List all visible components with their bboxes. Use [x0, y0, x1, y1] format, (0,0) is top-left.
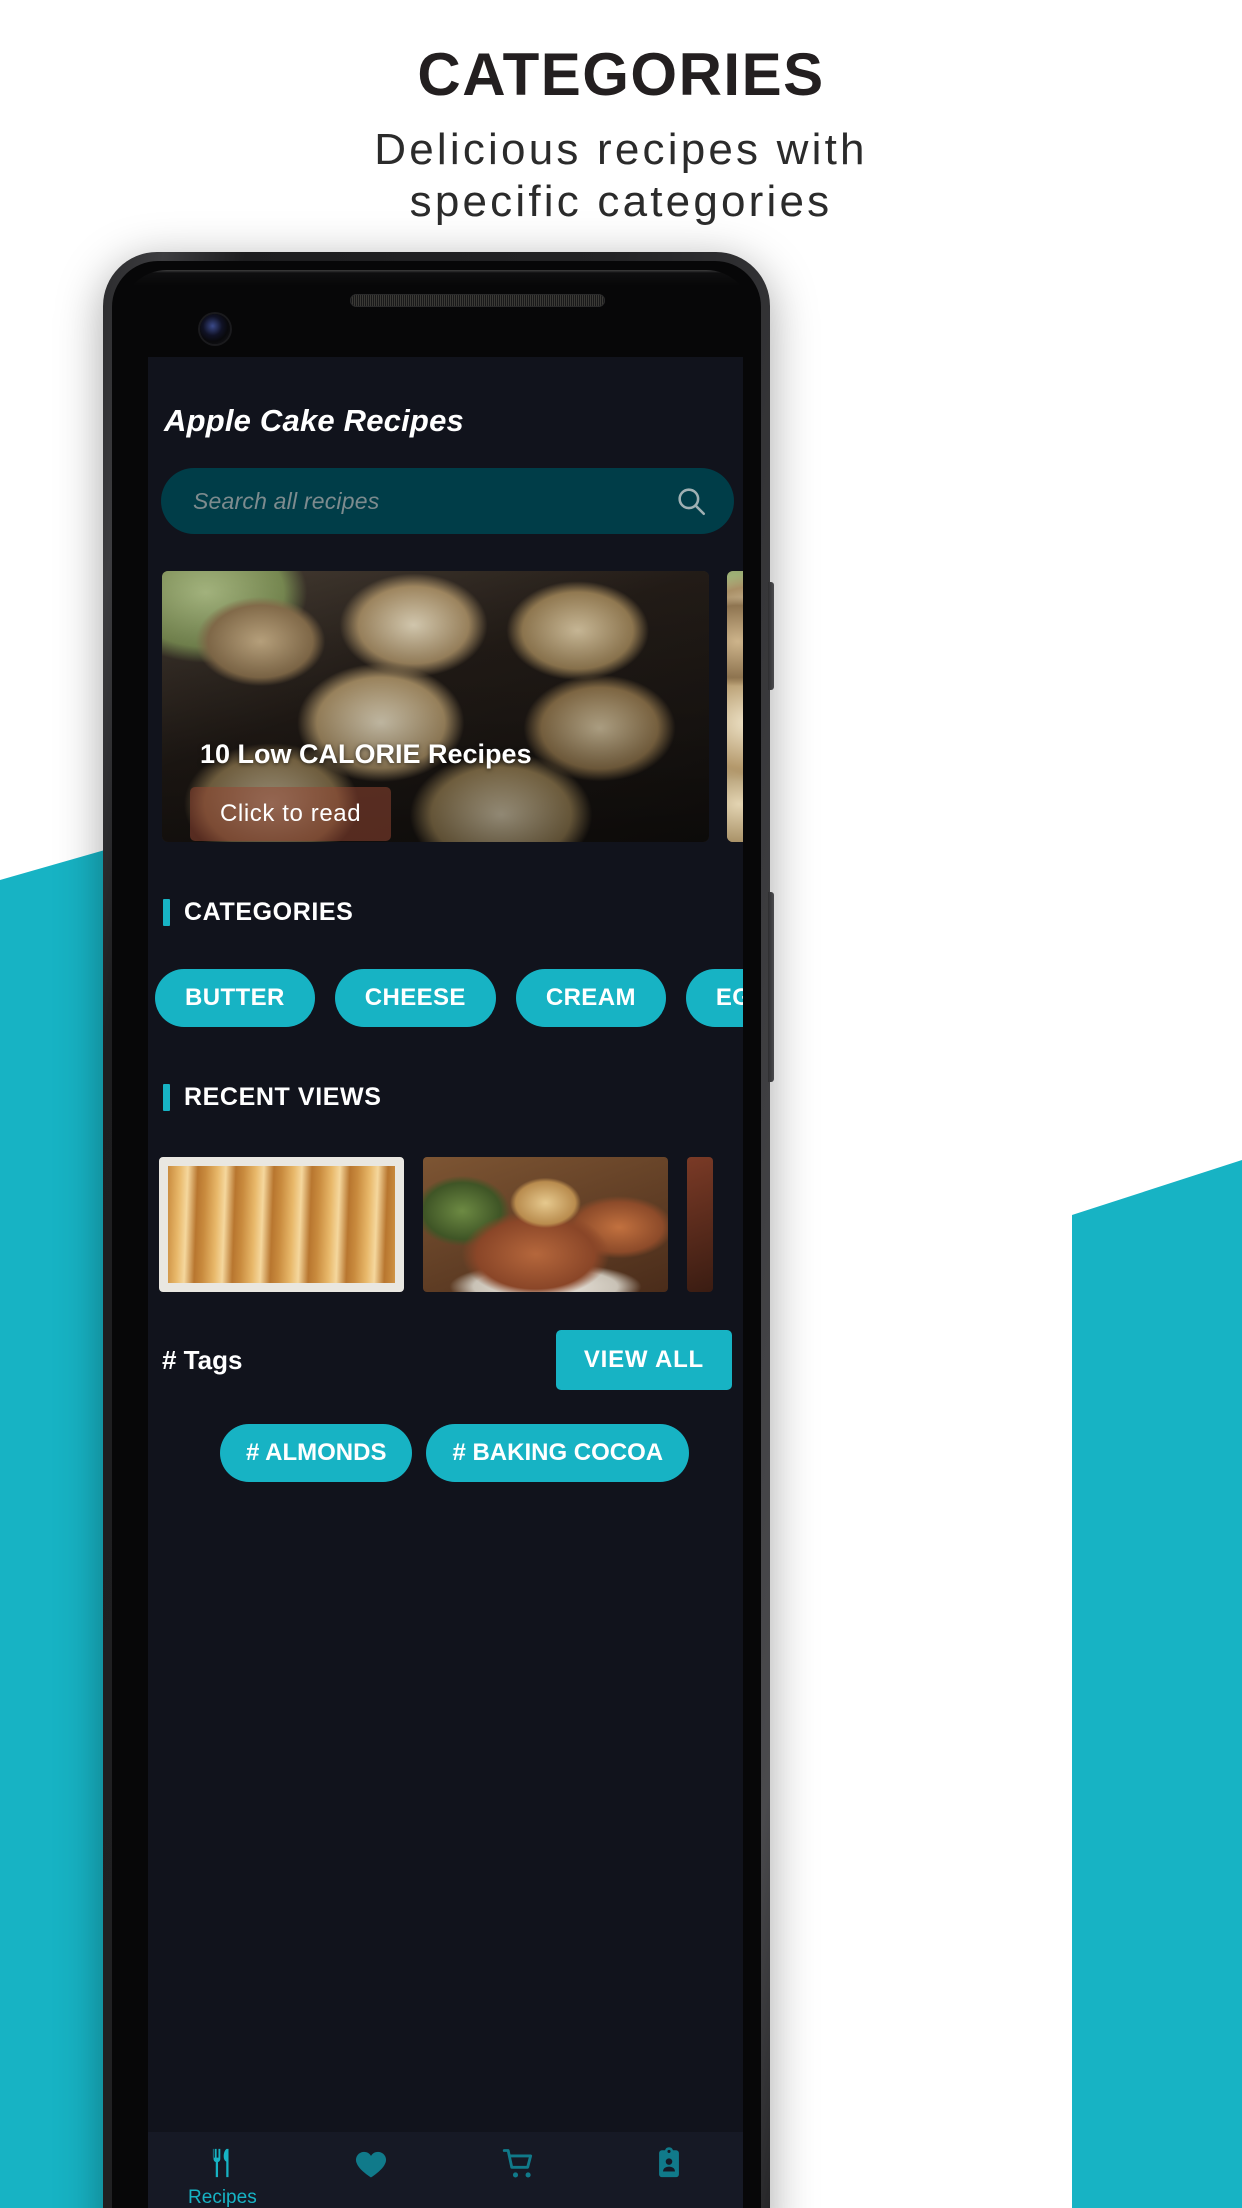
- phone-screen-bezel: Apple Cake Recipes Search all recipes 10…: [112, 261, 761, 2208]
- phone-power-button[interactable]: [768, 582, 774, 690]
- bottom-navigation-bar: Recipes: [148, 2132, 743, 2208]
- nav-item-cart[interactable]: [446, 2146, 595, 2189]
- earpiece-speaker: [350, 294, 605, 307]
- click-to-read-button[interactable]: Click to read: [190, 787, 392, 841]
- recent-views-list[interactable]: [159, 1157, 743, 1292]
- search-icon[interactable]: [674, 484, 708, 518]
- app-screen: Apple Cake Recipes Search all recipes 10…: [148, 357, 743, 2208]
- clipboard-icon: [652, 2146, 686, 2180]
- search-placeholder: Search all recipes: [193, 487, 380, 514]
- front-camera-icon: [200, 314, 230, 344]
- tag-chip-baking-cocoa[interactable]: # BAKING COCOA: [426, 1424, 690, 1482]
- nav-item-favorites[interactable]: [297, 2146, 446, 2189]
- tag-chip-list[interactable]: # ALMONDS # BAKING COCOA: [220, 1424, 743, 1482]
- cart-icon: [502, 2146, 538, 2182]
- featured-image-next: [727, 571, 743, 842]
- featured-card-next-peek[interactable]: [727, 571, 743, 842]
- search-input[interactable]: Search all recipes: [161, 468, 734, 534]
- featured-card[interactable]: 10 Low CALORIE Recipes Click to read: [162, 571, 709, 842]
- categories-section-title: CATEGORIES: [184, 898, 354, 926]
- promo-headline: CATEGORIES: [417, 41, 825, 108]
- decorative-teal-shape-right: [1072, 1160, 1242, 2208]
- promo-subhead-line-2: specific categories: [409, 176, 833, 226]
- recent-card-apple-strudel-loaf[interactable]: [159, 1157, 404, 1292]
- category-chip-cream[interactable]: CREAM: [515, 969, 666, 1027]
- categories-section-header: CATEGORIES: [163, 898, 743, 927]
- category-chip-butter[interactable]: BUTTER: [155, 969, 315, 1027]
- phone-volume-button[interactable]: [768, 892, 774, 1082]
- tags-section-header: # Tags VIEW ALL: [162, 1330, 732, 1390]
- tags-label: # Tags: [162, 1344, 243, 1375]
- promo-header: CATEGORIES Delicious recipes with specif…: [0, 0, 1242, 228]
- featured-title: 10 Low CALORIE Recipes: [200, 739, 532, 769]
- promo-subhead: Delicious recipes with specific categori…: [0, 124, 1242, 228]
- recent-card-peek[interactable]: [687, 1157, 713, 1292]
- section-accent-bar-icon: [163, 899, 170, 926]
- screenshot-stage: CATEGORIES Delicious recipes with specif…: [0, 0, 1242, 2208]
- section-accent-bar-icon: [163, 1084, 170, 1111]
- tag-chip-almonds[interactable]: # ALMONDS: [220, 1424, 413, 1482]
- phone-mockup: Apple Cake Recipes Search all recipes 10…: [103, 252, 774, 2208]
- app-title: Apple Cake Recipes: [164, 403, 464, 438]
- nav-item-recipes[interactable]: Recipes: [148, 2146, 297, 2208]
- cutlery-icon: [205, 2146, 239, 2180]
- category-chip-cheese[interactable]: CHEESE: [334, 969, 496, 1027]
- featured-carousel[interactable]: 10 Low CALORIE Recipes Click to read: [162, 571, 743, 842]
- heart-icon: [353, 2146, 389, 2182]
- category-chip-list[interactable]: BUTTER CHEESE CREAM EGGS MILK: [155, 969, 743, 1027]
- nav-item-shopping-list[interactable]: [594, 2146, 743, 2187]
- view-all-button[interactable]: VIEW ALL: [555, 1330, 732, 1390]
- promo-subhead-line-1: Delicious recipes with: [374, 125, 868, 174]
- nav-label-recipes: Recipes: [188, 2187, 257, 2208]
- recent-views-section-title: RECENT VIEWS: [184, 1083, 382, 1111]
- category-chip-eggs[interactable]: EGGS: [685, 969, 743, 1027]
- recent-views-section-header: RECENT VIEWS: [163, 1083, 743, 1112]
- recent-card-chocolate-bundt-cake[interactable]: [423, 1157, 668, 1292]
